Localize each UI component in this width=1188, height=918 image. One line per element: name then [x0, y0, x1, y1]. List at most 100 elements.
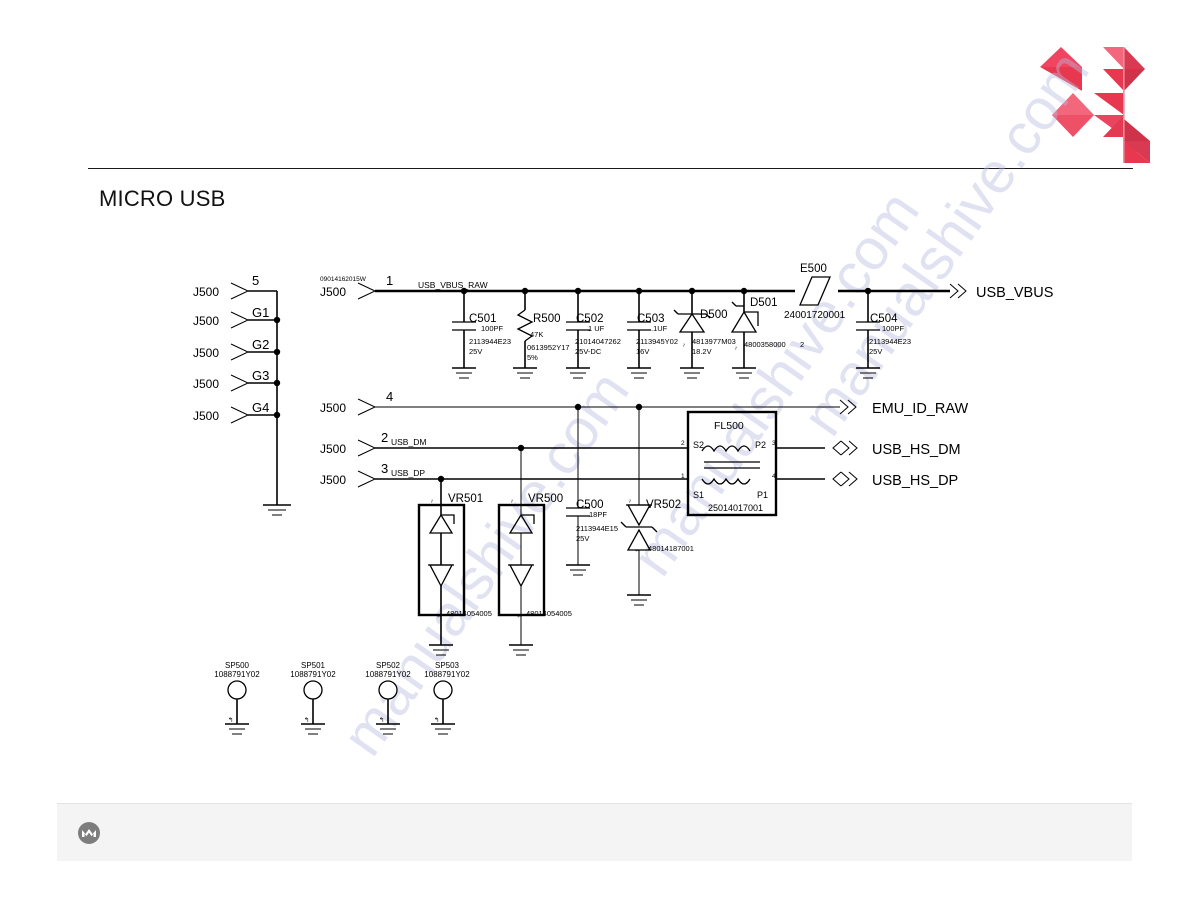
output-net-label: EMU_ID_RAW	[872, 401, 968, 417]
filter-pin-number-1: 1	[681, 473, 685, 480]
output-net-label: USB_HS_DP	[872, 473, 958, 489]
motorola-batwing-logo	[78, 822, 100, 844]
component-vr501: VR501 ~ 48014054005 ←	[417, 479, 492, 656]
component-rating: 18.2V	[692, 347, 712, 356]
filter-pin-label-p1: P1	[757, 490, 768, 500]
component-rating: 25V	[869, 347, 882, 356]
filter-pin-number-3: 3	[772, 440, 776, 447]
connector-part-number: 09014162015W	[320, 276, 367, 283]
pin-number: G2	[252, 337, 269, 352]
component-ref: E500	[800, 263, 827, 275]
connector-pin-g3: J500 G3	[193, 368, 281, 392]
output-net-usb-vbus: USB_VBUS	[949, 283, 1053, 301]
connector-ref-label: J500	[193, 346, 219, 360]
connector-ref-label: J500	[193, 314, 219, 328]
component-rating: 2	[800, 340, 804, 349]
pin-number: G1	[252, 305, 269, 320]
component-part-number: 2113944E15	[576, 524, 618, 533]
component-part-number: 21014047262	[575, 337, 621, 346]
component-rating: 25V	[576, 534, 589, 543]
component-c501: C501 100PF 2113944E23 25V	[452, 287, 511, 379]
polarity-marker: ~	[627, 499, 634, 503]
component-r500: R500 47K 0613952Y17 5%	[513, 287, 570, 379]
polarity-marker: ~	[681, 343, 688, 347]
filter-pin-number-2: 2	[681, 440, 685, 447]
polarity-marker: ←	[436, 613, 443, 620]
pin-number: 2	[381, 430, 388, 445]
component-part-number: 48014054005	[526, 609, 572, 618]
component-part-number: 48014187001	[648, 544, 694, 553]
component-d501: D501 4800358000 2 ~	[730, 287, 804, 379]
component-ref: VR502	[646, 499, 681, 511]
component-c503: C503 .1UF 2113945Y02 16V	[627, 287, 678, 379]
test-point-sp503: SP503 1088791Y02 ↰	[424, 661, 470, 735]
component-value: 100PF	[481, 324, 504, 333]
component-part-number: 1088791Y02	[365, 670, 411, 679]
component-ref: VR500	[528, 493, 563, 505]
connector-pin-1: 09014162015W J500 1 USB_VBUS_RAW	[320, 273, 488, 300]
component-ref: R500	[533, 313, 561, 325]
component-c500: C500 18PF 2113944E15 25V	[566, 407, 618, 576]
pin-number: G3	[252, 368, 269, 383]
test-point-sp501: SP501 1088791Y02 ↰	[290, 661, 336, 735]
polarity-marker: ~	[509, 499, 516, 503]
component-fl500: FL500 S2 P2 S1 P1 2 3 1 4 25014017001	[681, 410, 778, 517]
polarity-marker: ~	[733, 346, 740, 350]
component-part-number: 25014017001	[708, 503, 763, 513]
component-rating: 25V-DC	[575, 347, 602, 356]
polarity-marker: ↰	[304, 716, 309, 724]
component-ref: SP503	[435, 661, 460, 670]
component-ref: D500	[700, 309, 728, 321]
pin-number: 3	[381, 461, 388, 476]
component-part-number: 2113944E23	[469, 337, 511, 346]
output-net-label: USB_HS_DM	[872, 442, 961, 458]
polarity-marker: ←	[634, 547, 641, 554]
connector-ref-label: J500	[320, 401, 346, 415]
polarity-marker: ↰	[379, 716, 384, 724]
output-net-emu-id-raw: EMU_ID_RAW	[839, 399, 968, 417]
slide-page: MICRO USB manualshive.com manualshive.co…	[0, 0, 1188, 918]
net-label-usb-dp: USB_DP	[391, 468, 425, 478]
component-ref: VR501	[448, 493, 483, 505]
component-rating: 25V	[469, 347, 482, 356]
component-vr502: VR502 ~ 48014187001 ←	[620, 407, 694, 606]
component-rating: 5%	[527, 353, 538, 362]
pin-number: 5	[252, 273, 259, 288]
connector-pin-4: J500 4	[320, 389, 393, 416]
polarity-marker: ←	[516, 613, 523, 620]
connector-pin-g2: J500 G2	[193, 337, 281, 361]
component-value: 47K	[530, 330, 543, 339]
component-c504: C504 100PF 2113944E23 25V	[856, 287, 911, 379]
component-ref: FL500	[714, 420, 744, 432]
pin-number: G4	[252, 400, 269, 415]
output-net-usb-hs-dp: USB_HS_DP	[832, 471, 958, 489]
connector-ref-label: J500	[193, 409, 219, 423]
component-part-number: 1088791Y02	[290, 670, 336, 679]
component-c502: C502 1 UF 21014047262 25V-DC	[566, 287, 621, 379]
connector-pin-3: J500 3 USB_DP	[320, 461, 425, 488]
component-rating: 16V	[636, 347, 649, 356]
component-ref: SP502	[376, 661, 401, 670]
component-part-number: 4813977M03	[692, 337, 736, 346]
connector-pin-5: J500 5	[193, 273, 277, 300]
connector-ref-label: J500	[320, 473, 346, 487]
component-ref: SP501	[301, 661, 326, 670]
output-net-label: USB_VBUS	[976, 285, 1053, 301]
filter-pin-label-s2: S2	[693, 440, 704, 450]
footer-bar	[57, 803, 1132, 861]
connector-pin-g4: J500 G4	[193, 400, 281, 424]
connector-pin-g1: J500 G1	[193, 305, 281, 329]
component-ref: D501	[750, 297, 778, 309]
component-value: 100PF	[882, 324, 905, 333]
polarity-marker: ↰	[228, 716, 233, 724]
pin-number: 4	[386, 389, 393, 404]
pin-number: 1	[386, 273, 393, 288]
connector-ref-label: J500	[320, 285, 346, 299]
component-part-number: 2113944E23	[869, 337, 911, 346]
component-value: 18PF	[589, 510, 607, 519]
filter-pin-label-p2: P2	[755, 440, 766, 450]
test-point-sp500: SP500 1088791Y02 ↰	[214, 661, 260, 735]
component-ref: SP500	[225, 661, 250, 670]
polarity-marker: ↰	[434, 716, 439, 724]
component-part-number: 1088791Y02	[214, 670, 260, 679]
